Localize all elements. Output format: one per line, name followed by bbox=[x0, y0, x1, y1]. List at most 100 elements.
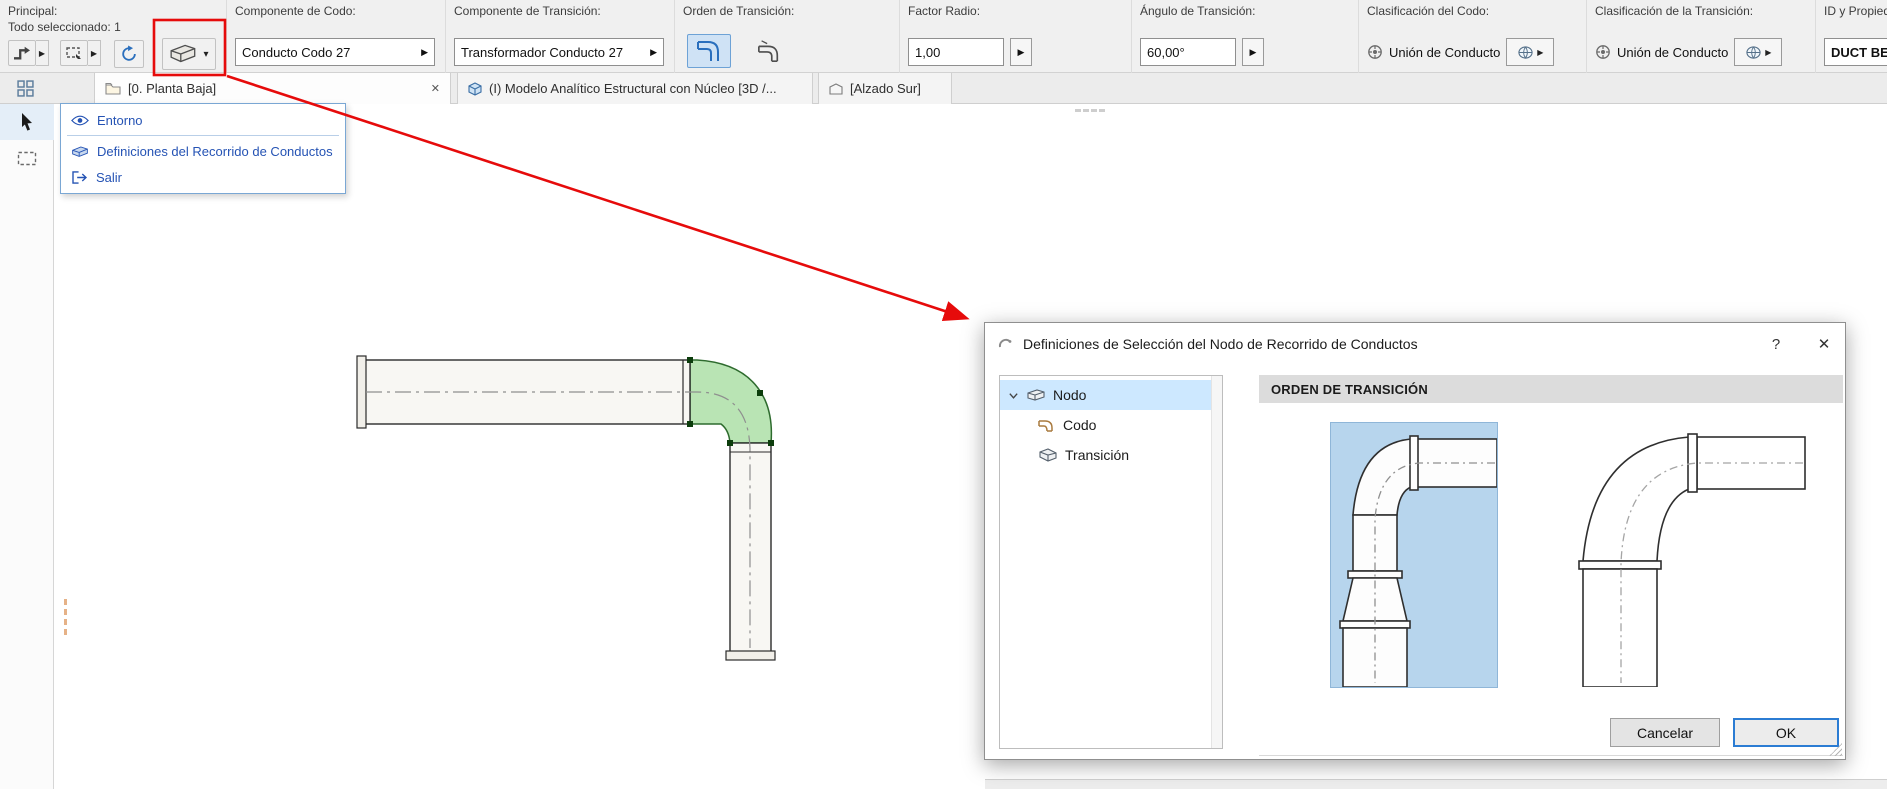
duct-node-icon bbox=[1026, 388, 1046, 402]
elbow-component-field[interactable]: Conducto Codo 27 ▶ bbox=[235, 38, 435, 66]
tab-label: [Alzado Sur] bbox=[850, 81, 921, 96]
elbow-order-1-icon bbox=[695, 38, 723, 64]
duct-route-icon bbox=[12, 45, 32, 61]
menu-item-label: Entorno bbox=[97, 112, 143, 128]
globe-icon bbox=[1745, 45, 1762, 60]
marquee-mode-button[interactable] bbox=[60, 40, 88, 66]
toolbar-section-transition-classification: Clasificación de la Transición: Unión de… bbox=[1586, 0, 1815, 73]
dialog-close-button[interactable]: ✕ bbox=[1801, 323, 1847, 365]
elevation-icon bbox=[829, 82, 843, 95]
id-value: DUCT BEN bbox=[1831, 44, 1887, 60]
tree-item-label: Transición bbox=[1065, 447, 1130, 463]
eye-icon bbox=[71, 115, 89, 126]
transition-component-value: Transformador Conducto 27 bbox=[461, 44, 624, 60]
transition-component-field[interactable]: Transformador Conducto 27 ▶ bbox=[454, 38, 664, 66]
tree-item-label: Codo bbox=[1063, 417, 1097, 433]
tab-structural-model[interactable]: (I) Modelo Analítico Estructural con Núc… bbox=[457, 73, 813, 104]
tab-overview-button[interactable] bbox=[8, 76, 42, 101]
tab-label: [0. Planta Baja] bbox=[128, 81, 217, 96]
transition-classification-value: Unión de Conducto bbox=[1617, 44, 1729, 60]
dropdown-arrow[interactable]: ▾ bbox=[203, 49, 208, 60]
toolbar-section-elbow-classification: Clasificación del Codo: Unión de Conduct… bbox=[1358, 0, 1586, 73]
tree-scrollbar[interactable] bbox=[1211, 376, 1222, 748]
transition-angle-input[interactable] bbox=[1140, 38, 1236, 66]
tab-floor-plan[interactable]: [0. Planta Baja] ✕ bbox=[94, 73, 451, 104]
route-tool-button[interactable] bbox=[8, 40, 36, 66]
dialog-separator bbox=[1259, 755, 1843, 756]
section-label-principal: Principal: bbox=[8, 4, 58, 18]
floor-plan-icon bbox=[105, 82, 121, 95]
arrow-tool[interactable] bbox=[0, 104, 54, 140]
dialog-app-icon bbox=[997, 336, 1013, 352]
section-label-transition-order: Orden de Transición: bbox=[683, 4, 795, 18]
dialog-resize-grip[interactable] bbox=[1829, 743, 1842, 756]
transition-icon bbox=[1038, 448, 1058, 462]
dialog-title-bar[interactable]: Definiciones de Selección del Nodo de Re… bbox=[985, 323, 1845, 365]
elbow-classification-value: Unión de Conducto bbox=[1389, 44, 1501, 60]
radius-factor-input[interactable] bbox=[908, 38, 1004, 66]
duct-settings-icon bbox=[71, 145, 89, 158]
elbow-order-2-icon bbox=[755, 39, 783, 63]
transition-order-panel-header: ORDEN DE TRANSICIÓN bbox=[1259, 375, 1843, 403]
marquee-rect-icon bbox=[17, 151, 37, 166]
toolbar-section-radius-factor: Factor Radio: ▶ bbox=[899, 0, 1131, 73]
transition-classification-button[interactable]: ▶ bbox=[1734, 38, 1783, 66]
toolbar-section-transition-component: Componente de Transición: Transformador … bbox=[445, 0, 674, 73]
menu-item-entorno[interactable]: Entorno bbox=[61, 107, 345, 133]
tab-elevation-south[interactable]: [Alzado Sur] bbox=[818, 73, 952, 104]
flyout-arrow-icon[interactable]: ▶ bbox=[421, 47, 428, 58]
ok-button[interactable]: OK bbox=[1733, 718, 1839, 747]
menu-item-label: Definiciones del Recorrido de Conductos bbox=[97, 143, 333, 159]
radius-factor-flyout-button[interactable]: ▶ bbox=[1010, 38, 1032, 66]
left-toolbox bbox=[0, 104, 54, 789]
section-label-transition-classification: Clasificación de la Transición: bbox=[1595, 4, 1754, 18]
bottom-panel-edge bbox=[985, 779, 1887, 789]
transition-order-option-1-preview[interactable] bbox=[1330, 422, 1498, 688]
pet-palette-menu: Entorno Definiciones del Recorrido de Co… bbox=[60, 103, 346, 194]
section-label-transition-angle: Ángulo de Transición: bbox=[1140, 4, 1256, 18]
duct-node-selection-settings-dialog: Definiciones de Selección del Nodo de Re… bbox=[984, 322, 1846, 760]
chevron-down-icon[interactable] bbox=[1008, 390, 1019, 401]
dialog-help-button[interactable]: ? bbox=[1753, 323, 1799, 365]
rotate-mode-button[interactable] bbox=[114, 40, 144, 68]
dialog-title: Definiciones de Selección del Nodo de Re… bbox=[1023, 336, 1418, 352]
view-tab-bar: [0. Planta Baja] ✕ (I) Modelo Analítico … bbox=[0, 73, 1887, 104]
tree-item-transicion[interactable]: Transición bbox=[1000, 440, 1211, 470]
info-box-toolbar: Principal: Todo seleccionado: 1 ▶ ▶ ▾ Co… bbox=[0, 0, 1887, 73]
classification-icon bbox=[1367, 44, 1383, 60]
transition-order-option-2-preview[interactable] bbox=[1537, 423, 1807, 687]
panel-header-label: ORDEN DE TRANSICIÓN bbox=[1271, 381, 1428, 397]
menu-item-salir[interactable]: Salir bbox=[61, 164, 345, 190]
duct-elbow-3d-icon bbox=[169, 43, 199, 65]
menu-item-label: Salir bbox=[96, 169, 123, 185]
elbow-classification-button[interactable]: ▶ bbox=[1506, 38, 1555, 66]
transition-order-option-1-button[interactable] bbox=[687, 34, 731, 68]
section-label-id-properties: ID y Propiedade bbox=[1824, 4, 1887, 18]
menu-item-duct-routing-settings[interactable]: Definiciones del Recorrido de Conductos bbox=[61, 138, 345, 164]
tree-item-nodo[interactable]: Nodo bbox=[1000, 380, 1211, 410]
toolbar-section-id-properties: ID y Propiedade DUCT BEN bbox=[1815, 0, 1887, 73]
grid-icon bbox=[16, 80, 34, 97]
flyout-arrow-icon: ▶ bbox=[1537, 47, 1544, 57]
section-label-radius-factor: Factor Radio: bbox=[908, 4, 981, 18]
marquee-mode-flyout[interactable]: ▶ bbox=[88, 40, 101, 66]
menu-separator bbox=[67, 135, 339, 136]
tab-close-icon[interactable]: ✕ bbox=[431, 82, 440, 95]
app-window: Principal: Todo seleccionado: 1 ▶ ▶ ▾ Co… bbox=[0, 0, 1887, 789]
route-tool-flyout[interactable]: ▶ bbox=[36, 40, 49, 66]
exit-icon bbox=[71, 170, 88, 184]
cancel-button[interactable]: Cancelar bbox=[1610, 718, 1720, 747]
toolbar-section-transition-angle: Ángulo de Transición: ▶ bbox=[1131, 0, 1358, 73]
transition-order-option-2-button[interactable] bbox=[747, 34, 791, 68]
toolbar-section-principal: Principal: Todo seleccionado: 1 ▶ ▶ ▾ bbox=[0, 0, 226, 73]
tree-item-codo[interactable]: Codo bbox=[1000, 410, 1211, 440]
id-field[interactable]: DUCT BEN bbox=[1824, 38, 1887, 66]
trace-reference-marker-top bbox=[1075, 109, 1105, 112]
rotate-icon bbox=[120, 45, 138, 63]
arrow-cursor-icon bbox=[19, 112, 35, 132]
transition-angle-flyout-button[interactable]: ▶ bbox=[1242, 38, 1264, 66]
selection-status: Todo seleccionado: 1 bbox=[8, 20, 121, 34]
marquee-tool[interactable] bbox=[0, 140, 54, 176]
duct-node-options-button[interactable]: ▾ bbox=[162, 38, 216, 70]
flyout-arrow-icon[interactable]: ▶ bbox=[650, 47, 657, 58]
